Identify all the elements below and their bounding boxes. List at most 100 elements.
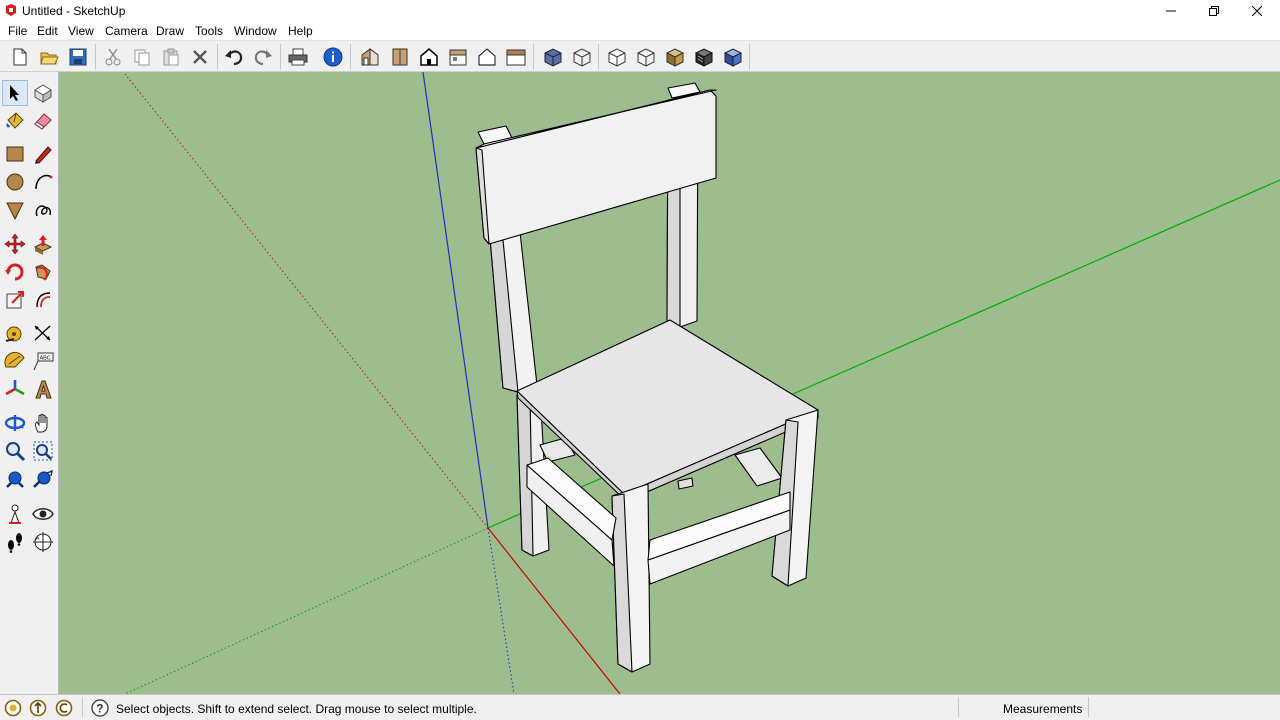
freehand-tool[interactable] xyxy=(30,197,56,223)
print-button[interactable] xyxy=(285,44,311,70)
menu-view[interactable]: View xyxy=(68,24,94,38)
3d-text-tool[interactable] xyxy=(30,376,56,402)
section-plane-tool[interactable]: A xyxy=(30,529,56,555)
status-divider xyxy=(82,697,83,717)
eraser-icon xyxy=(34,113,52,130)
offset-tool[interactable] xyxy=(30,287,56,313)
new-button[interactable] xyxy=(7,44,33,70)
text-tool[interactable]: ABC xyxy=(30,348,56,374)
copy-button[interactable] xyxy=(129,44,155,70)
line-tool[interactable] xyxy=(30,141,56,167)
rectangle-icon xyxy=(6,146,24,162)
rotate-tool[interactable] xyxy=(2,259,28,285)
pan-tool[interactable] xyxy=(30,410,56,436)
menu-window[interactable]: Window xyxy=(234,24,277,38)
zoom-tool[interactable] xyxy=(2,438,28,464)
menu-bar: File Edit View Camera Draw Tools Window … xyxy=(0,22,1280,40)
save-button[interactable] xyxy=(65,44,91,70)
shaded-button[interactable] xyxy=(633,44,659,70)
undo-button[interactable] xyxy=(221,44,247,70)
look-around-tool[interactable] xyxy=(30,501,56,527)
paint-bucket-tool[interactable] xyxy=(2,108,28,134)
dimension-tool[interactable] xyxy=(30,320,56,346)
toolbar-separator xyxy=(598,44,599,70)
left-view-button[interactable] xyxy=(503,44,529,70)
sketchup-logo-icon xyxy=(6,4,16,16)
orbit-tool[interactable] xyxy=(2,410,28,436)
right-rear-stretcher xyxy=(734,447,783,487)
hidden-line-button[interactable] xyxy=(604,44,630,70)
open-button[interactable] xyxy=(36,44,62,70)
title-bar: Untitled - SketchUp xyxy=(0,0,1280,22)
top-view-button[interactable] xyxy=(387,44,413,70)
back-view-icon xyxy=(478,48,496,66)
position-camera-tool[interactable] xyxy=(2,501,28,527)
menu-file[interactable]: File xyxy=(8,24,27,38)
user-icon[interactable] xyxy=(55,699,73,717)
arc-tool[interactable] xyxy=(30,169,56,195)
model-info-button[interactable] xyxy=(320,44,346,70)
paste-button[interactable] xyxy=(158,44,184,70)
help-icon[interactable]: ? xyxy=(91,699,109,717)
minimize-button[interactable] xyxy=(1148,0,1194,22)
push-pull-icon xyxy=(33,235,53,255)
tape-measure-tool[interactable] xyxy=(2,320,28,346)
rotate-icon xyxy=(5,263,24,281)
credits-icon[interactable] xyxy=(29,699,47,717)
axes-tool[interactable] xyxy=(2,376,28,402)
cube-style-button[interactable] xyxy=(720,44,746,70)
iso-view-button[interactable] xyxy=(357,44,383,70)
wireframe-button[interactable] xyxy=(569,44,595,70)
menu-draw[interactable]: Draw xyxy=(156,24,184,38)
tape-measure-icon xyxy=(5,326,22,342)
back-view-button[interactable] xyxy=(474,44,500,70)
scale-tool[interactable] xyxy=(2,287,28,313)
close-button[interactable] xyxy=(1234,0,1280,22)
geo-location-icon[interactable] xyxy=(4,699,22,717)
menu-camera[interactable]: Camera xyxy=(105,24,148,38)
measurements-field[interactable] xyxy=(1088,697,1278,717)
toolbar-separator xyxy=(95,44,96,70)
move-tool[interactable] xyxy=(2,231,28,257)
zoom-window-tool[interactable] xyxy=(30,438,56,464)
menu-edit[interactable]: Edit xyxy=(37,24,58,38)
restore-button[interactable] xyxy=(1191,0,1237,22)
chair-model[interactable] xyxy=(475,82,819,673)
close-icon xyxy=(1252,6,1262,16)
restore-icon xyxy=(1209,6,1219,16)
minimize-icon xyxy=(1166,10,1176,12)
front-view-button[interactable] xyxy=(416,44,442,70)
menu-tools[interactable]: Tools xyxy=(195,24,223,38)
follow-me-tool[interactable] xyxy=(30,259,56,285)
circle-icon xyxy=(6,173,24,191)
redo-button[interactable] xyxy=(250,44,276,70)
select-icon xyxy=(10,85,19,101)
redo-icon xyxy=(254,50,272,66)
right-view-button[interactable] xyxy=(445,44,471,70)
cut-icon xyxy=(105,48,121,66)
erase-button[interactable] xyxy=(187,44,213,70)
circle-tool[interactable] xyxy=(2,169,28,195)
cut-button[interactable] xyxy=(100,44,126,70)
monochrome-button[interactable] xyxy=(691,44,717,70)
zoom-extents-tool[interactable] xyxy=(2,467,28,493)
menu-help[interactable]: Help xyxy=(288,24,313,38)
protractor-tool[interactable] xyxy=(2,348,28,374)
eraser-tool[interactable] xyxy=(30,108,56,134)
shaded-textures-button[interactable] xyxy=(662,44,688,70)
walk-tool[interactable] xyxy=(2,529,28,555)
model-viewport[interactable] xyxy=(59,72,1280,694)
shaded-textures-icon xyxy=(665,48,685,67)
wireframe-icon xyxy=(573,48,591,67)
make-component-tool[interactable] xyxy=(30,80,56,106)
main-toolbar xyxy=(0,40,1280,72)
scene-canvas[interactable] xyxy=(59,72,1280,694)
previous-view-icon xyxy=(33,469,53,488)
push-pull-tool[interactable] xyxy=(30,231,56,257)
select-tool[interactable] xyxy=(2,80,28,106)
polygon-tool[interactable] xyxy=(2,197,28,223)
large-tool-set: ABC A xyxy=(0,72,59,694)
xray-button[interactable] xyxy=(540,44,566,70)
rectangle-tool[interactable] xyxy=(2,141,28,167)
previous-view-tool[interactable] xyxy=(30,467,56,493)
